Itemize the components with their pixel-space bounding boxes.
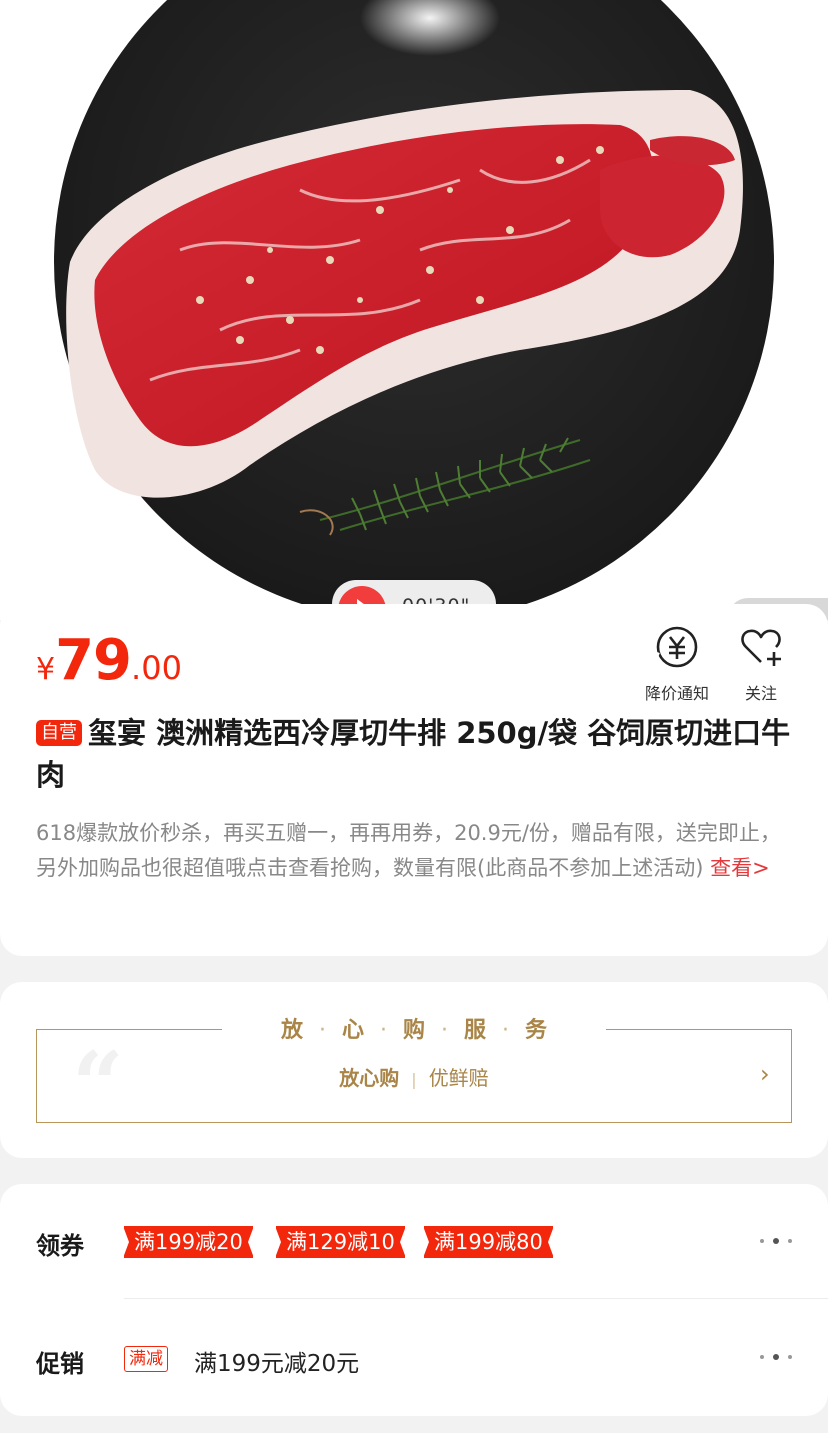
self-operated-badge: 自营 [36,720,82,746]
product-image-gallery[interactable]: 00'30" [0,0,828,620]
promotion-row-label: 促销 [36,1350,84,1378]
service-title-char: 放 [280,1018,319,1043]
service-title-char: 购 [402,1018,441,1043]
promo-description-text: 618爆款放价秒杀，再买五赠一，再再用券，20.9元/份，赠品有限，送完即止，另… [36,821,781,880]
follow-label: 关注 [744,684,777,703]
service-item: 优鲜赔 [428,1066,489,1090]
heart-plus-icon [741,629,781,666]
follow-button[interactable]: 关注 [716,624,806,704]
service-item: 放心购 [339,1066,400,1090]
product-title-text: 玺宴 澳洲精选西冷厚切牛排 250g/袋 谷饲原切进口牛肉 [36,716,791,792]
price-alert-icon [651,626,698,668]
row-divider [124,1298,828,1299]
coupon-chip[interactable]: 满129减10 [275,1226,406,1258]
service-title-char: 心 [341,1018,380,1043]
service-title-char: 务 [525,1018,564,1043]
promotion-text[interactable]: 满199元减20元 [194,1344,359,1378]
product-description: 618爆款放价秒杀，再买五赠一，再再用券，20.9元/份，赠品有限，送完即止，另… [36,816,796,886]
product-title: 自营 玺宴 澳洲精选西冷厚切牛排 250g/袋 谷饲原切进口牛肉 [36,712,796,796]
more-dots-icon[interactable] [758,1238,794,1246]
service-items: 放心购 | 优鲜赔 [339,1066,489,1090]
more-dots-icon[interactable] [758,1354,794,1362]
coupon-promo-card: 领券 满199减20 满129减10 满199减80 促销 满减 满199元减2… [0,1184,828,1416]
product-photo-steak [54,0,774,620]
coupon-row-label: 领券 [36,1232,84,1260]
price-alert-button[interactable]: 降价通知 [632,624,722,704]
price-currency: ¥ [36,652,56,687]
price-integer: 79 [55,628,132,693]
coupon-chip[interactable]: 满199减80 [423,1226,554,1258]
view-more-link[interactable]: 查看> [710,856,770,880]
product-info-card: ¥79.00 降价通知 关注 自营 玺宴 澳洲精选西冷厚切牛排 250g/袋 谷饲… [0,604,828,956]
service-title: 放·心·购·服·务 [222,1012,606,1044]
coupon-chip[interactable]: 满199减20 [123,1226,254,1258]
assurance-service-card[interactable]: 放·心·购·服·务 “ 放心购 | 优鲜赔 › [0,982,828,1158]
price-alert-label: 降价通知 [644,684,709,703]
price-decimal: .00 [131,649,182,687]
product-price: ¥79.00 [36,628,182,693]
service-title-char: 服 [464,1018,503,1043]
chevron-right-icon[interactable]: › [760,1060,770,1088]
promotion-type-badge: 满减 [124,1346,168,1372]
